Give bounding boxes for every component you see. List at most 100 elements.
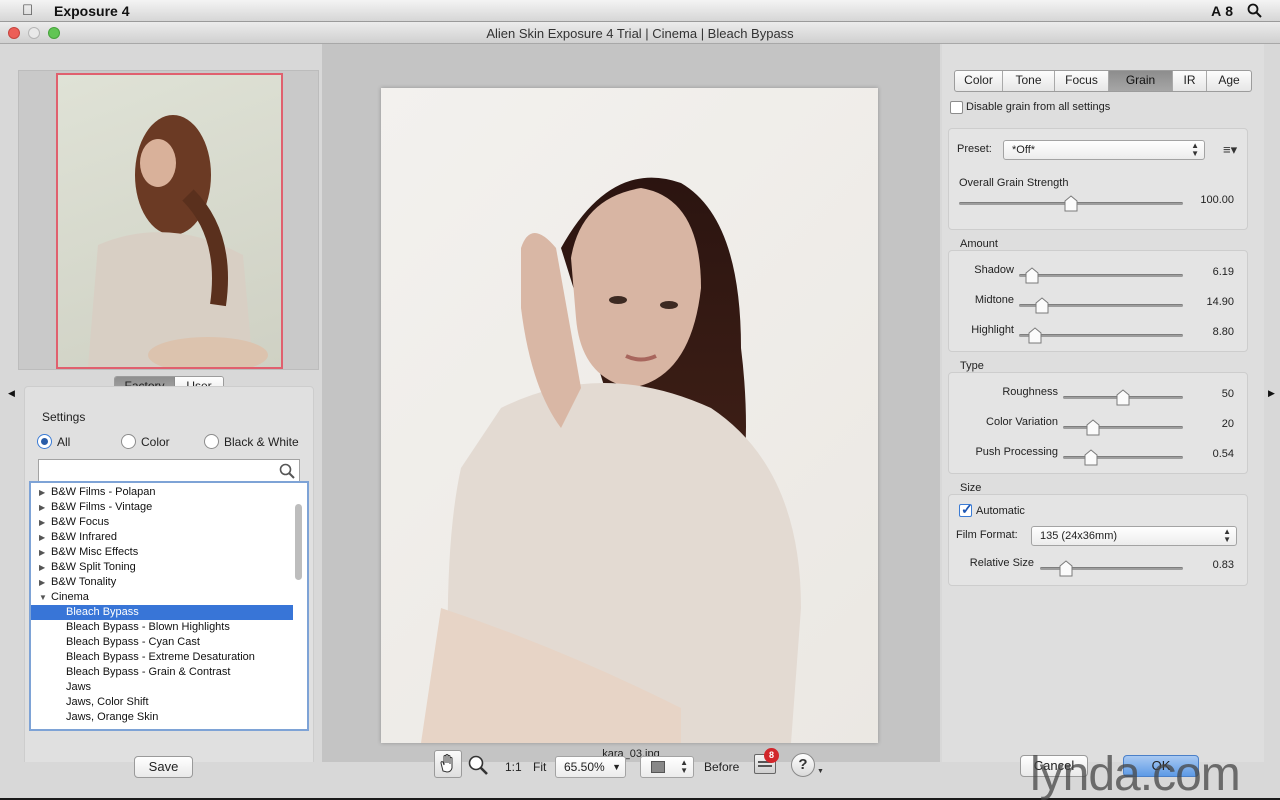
image-preview-area: kara_03.jpg	[322, 44, 940, 762]
preset-item[interactable]: Bleach Bypass - Grain & Contrast	[31, 665, 293, 680]
midtone-value: 14.90	[1206, 296, 1234, 308]
menu-extras: A 8	[1211, 3, 1262, 21]
preset-item-label: Bleach Bypass	[66, 606, 139, 618]
preset-item[interactable]: Bleach Bypass	[31, 605, 293, 620]
preset-item[interactable]: ▶ B&W Films - Polapan	[31, 485, 293, 500]
relative-size-label: Relative Size	[969, 557, 1034, 569]
preset-search-input[interactable]	[38, 459, 300, 483]
automatic-label: Automatic	[976, 505, 1025, 517]
collapse-right-arrow-icon[interactable]: ▶	[1268, 388, 1275, 399]
tab-focus[interactable]: Focus	[1055, 71, 1109, 91]
view-mode-icon	[651, 761, 665, 773]
roughness-slider[interactable]	[1063, 389, 1183, 406]
dropdown-arrow-icon: ▼	[612, 762, 621, 772]
window-title: Alien Skin Exposure 4 Trial | Cinema | B…	[486, 26, 794, 41]
zoom-level-value: 65.50%	[564, 760, 605, 774]
preview-filename: kara_03.jpg	[602, 748, 660, 760]
adobe-status-icon[interactable]: A	[1211, 3, 1221, 21]
size-section-title: Size	[960, 482, 982, 494]
preset-menu-icon[interactable]: ≡▾	[1223, 142, 1237, 158]
tab-color[interactable]: Color	[955, 71, 1003, 91]
roughness-value: 50	[1221, 388, 1234, 400]
navigator-thumbnail[interactable]	[56, 73, 283, 369]
preset-item[interactable]: ▶ B&W Focus	[31, 515, 293, 530]
search-icon[interactable]	[279, 463, 295, 482]
disclosure-closed-icon[interactable]: ▶	[39, 485, 45, 500]
slider-thumb[interactable]	[1028, 327, 1042, 344]
slider-thumb[interactable]	[1084, 449, 1098, 466]
navigator-preview	[18, 70, 319, 370]
preset-item[interactable]: Bleach Bypass - Blown Highlights	[31, 620, 293, 635]
disclosure-closed-icon[interactable]: ▶	[39, 560, 45, 575]
help-button[interactable]: ?	[791, 753, 815, 777]
midtone-slider[interactable]	[1019, 297, 1183, 314]
preset-item[interactable]: Bleach Bypass - Extreme Desaturation	[31, 650, 293, 665]
disclosure-closed-icon[interactable]: ▶	[39, 575, 45, 590]
spotlight-search-icon[interactable]	[1247, 3, 1262, 21]
slider-thumb[interactable]	[1086, 419, 1100, 436]
disclosure-closed-icon[interactable]: ▶	[39, 530, 45, 545]
zoom-fit-button[interactable]: Fit	[533, 760, 546, 774]
disable-grain-checkbox[interactable]	[950, 101, 963, 114]
push-processing-slider[interactable]	[1063, 449, 1183, 466]
highlight-slider[interactable]	[1019, 327, 1183, 344]
slider-thumb[interactable]	[1035, 297, 1049, 314]
grain-preset-select[interactable]: *Off* ▲ ▼	[1003, 140, 1205, 160]
tab-tone[interactable]: Tone	[1003, 71, 1055, 91]
preset-item[interactable]: Bleach Bypass - Cyan Cast	[31, 635, 293, 650]
zoom-tool-icon[interactable]	[467, 754, 489, 779]
preview-image[interactable]	[381, 88, 878, 743]
push-processing-value: 0.54	[1212, 448, 1234, 460]
stepper-arrows-icon: ▲ ▼	[680, 758, 688, 775]
save-button[interactable]: Save	[134, 756, 193, 778]
disclosure-closed-icon[interactable]: ▶	[39, 545, 45, 560]
status-count: 8	[1225, 3, 1233, 19]
disclosure-closed-icon[interactable]: ▶	[39, 500, 45, 515]
overall-strength-slider[interactable]	[959, 195, 1183, 212]
help-menu-arrow-icon[interactable]: ▼	[817, 768, 824, 775]
preset-item[interactable]: ▶ B&W Infrared	[31, 530, 293, 545]
preset-item[interactable]: ▶ B&W Films - Vintage	[31, 500, 293, 515]
tab-ir[interactable]: IR	[1173, 71, 1207, 91]
zoom-1-1-button[interactable]: 1:1	[505, 760, 522, 774]
preset-item[interactable]: ▶ B&W Tonality	[31, 575, 293, 590]
filter-all-radio[interactable]	[37, 434, 52, 449]
exposure-window: Alien Skin Exposure 4 Trial | Cinema | B…	[0, 22, 1280, 800]
filter-bw-radio[interactable]	[204, 434, 219, 449]
zoom-level-select[interactable]: 65.50% ▼	[555, 756, 626, 778]
slider-thumb[interactable]	[1064, 195, 1078, 212]
color-variation-value: 20	[1221, 418, 1234, 430]
split-view-select[interactable]: ▲ ▼	[640, 756, 694, 778]
preset-list-scrollbar[interactable]	[295, 504, 302, 580]
preset-item[interactable]: Jaws, Orange Skin	[31, 710, 293, 725]
disclosure-open-icon[interactable]: ▼	[39, 590, 47, 605]
preset-item[interactable]: ▶ B&W Split Toning	[31, 560, 293, 575]
slider-thumb[interactable]	[1025, 267, 1039, 284]
relative-size-slider[interactable]	[1040, 560, 1183, 577]
before-button[interactable]: Before	[704, 760, 739, 774]
filter-color-label: Color	[141, 435, 170, 449]
filter-color-radio[interactable]	[121, 434, 136, 449]
slider-thumb[interactable]	[1059, 560, 1073, 577]
film-format-select[interactable]: 135 (24x36mm) ▲ ▼	[1031, 526, 1237, 546]
collapse-left-arrow-icon[interactable]: ◀	[8, 388, 15, 399]
adjustment-panel: Color Tone Focus Grain IR Age Disable grain f…	[942, 44, 1264, 762]
tab-grain[interactable]: Grain	[1109, 71, 1173, 91]
color-variation-slider[interactable]	[1063, 419, 1183, 436]
preset-item-label: B&W Split Toning	[51, 561, 136, 573]
preset-item[interactable]: ▼ Cinema	[31, 590, 293, 605]
automatic-checkbox[interactable]: ✓	[959, 501, 973, 517]
lynda-watermark: lynda.com	[1030, 748, 1241, 800]
shadow-label: Shadow	[974, 264, 1014, 276]
tab-age[interactable]: Age	[1207, 71, 1251, 91]
app-menu[interactable]: Exposure 4	[54, 3, 129, 19]
slider-thumb[interactable]	[1116, 389, 1130, 406]
apple-icon[interactable]: 	[22, 2, 33, 19]
preset-item[interactable]: ▶ B&W Misc Effects	[31, 545, 293, 560]
preset-item[interactable]: Jaws, Color Shift	[31, 695, 293, 710]
shadow-slider[interactable]	[1019, 267, 1183, 284]
hand-tool-icon[interactable]	[434, 750, 462, 778]
preset-item-label: Bleach Bypass - Cyan Cast	[66, 636, 200, 648]
disclosure-closed-icon[interactable]: ▶	[39, 515, 45, 530]
preset-item[interactable]: Jaws	[31, 680, 293, 695]
